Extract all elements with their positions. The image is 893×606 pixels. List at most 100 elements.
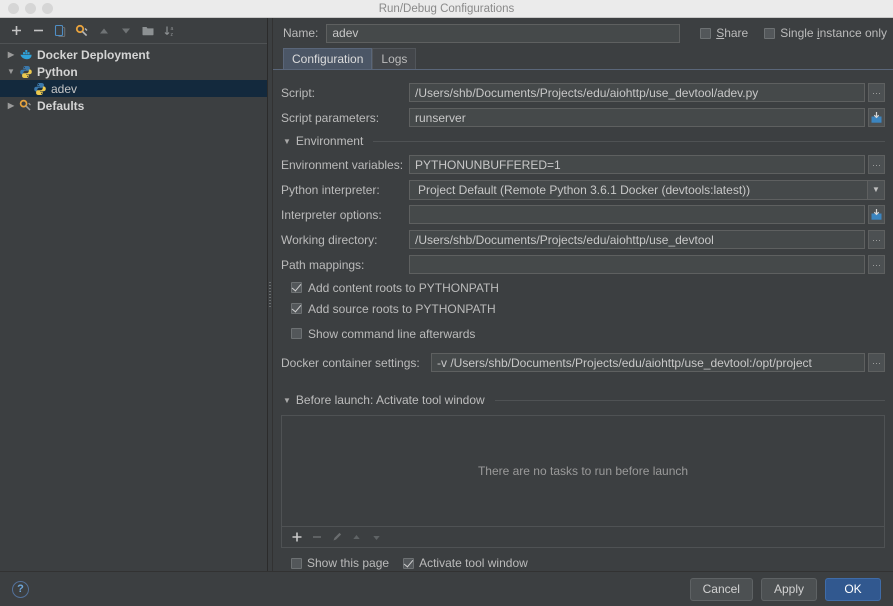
single-instance-checkbox-label: Single instance only <box>780 26 887 40</box>
tree-item-label: Defaults <box>37 98 85 113</box>
folder-icon[interactable] <box>138 21 158 41</box>
sort-az-icon[interactable]: a z <box>160 21 180 41</box>
activate-tool-window-label: Activate tool window <box>419 556 528 570</box>
environment-variables-input[interactable]: PYTHONUNBUFFERED=1 <box>409 155 865 174</box>
share-checkbox[interactable]: Share <box>700 26 748 40</box>
show-this-page-checkbox[interactable]: Show this page <box>291 556 389 570</box>
chevron-right-icon[interactable]: ▶ <box>4 101 18 110</box>
share-checkbox-box[interactable] <box>700 27 712 39</box>
interpreter-options-label: Interpreter options: <box>281 207 382 222</box>
before-launch-options: Show this page Activate tool window <box>281 548 885 570</box>
chevron-down-icon[interactable]: ▼ <box>283 137 291 146</box>
environment-section-header[interactable]: ▼ Environment <box>281 130 885 152</box>
chevron-down-icon[interactable]: ▼ <box>283 396 291 405</box>
show-command-line-label: Show command line afterwards <box>308 326 476 341</box>
wrench-icon <box>18 99 34 113</box>
python-interpreter-select[interactable]: Project Default (Remote Python 3.6.1 Doc… <box>409 179 885 200</box>
path-mappings-label: Path mappings: <box>281 257 365 272</box>
script-parameters-row: Script parameters: runserver <box>281 105 885 130</box>
docker-whale-icon <box>18 48 34 61</box>
remove-button[interactable] <box>28 21 48 41</box>
working-directory-browse-button[interactable]: ··· <box>868 230 885 249</box>
move-task-up-button <box>350 531 363 544</box>
docker-container-settings-browse-button[interactable]: ··· <box>868 353 885 372</box>
svg-text:z: z <box>171 32 174 38</box>
script-row: Script: /Users/shb/Documents/Projects/ed… <box>281 80 885 105</box>
name-input[interactable]: adev <box>326 23 681 43</box>
window-titlebar: Run/Debug Configurations <box>0 0 893 18</box>
ok-button[interactable]: OK <box>825 577 881 601</box>
name-row: Name: adev Share Single instance only <box>273 18 893 48</box>
show-this-page-checkbox-box[interactable] <box>291 557 302 569</box>
path-mappings-row: Path mappings: ··· <box>281 252 885 277</box>
python-interpreter-label: Python interpreter: <box>281 182 380 197</box>
tree-item-defaults[interactable]: ▶ Defaults <box>0 97 267 114</box>
add-task-button[interactable] <box>290 531 303 544</box>
before-launch-toolbar <box>281 527 885 548</box>
add-source-roots-checkbox-box[interactable] <box>291 303 302 314</box>
copy-configuration-button[interactable] <box>50 21 70 41</box>
working-directory-input[interactable]: /Users/shb/Documents/Projects/edu/aiohtt… <box>409 230 865 249</box>
before-launch-empty-text: There are no tasks to run before launch <box>477 464 689 478</box>
working-directory-row: Working directory: /Users/shb/Documents/… <box>281 227 885 252</box>
configuration-tab-panel: Script: /Users/shb/Documents/Projects/ed… <box>273 69 893 571</box>
chevron-down-icon[interactable]: ▼ <box>4 67 18 76</box>
configuration-editor: Name: adev Share Single instance only Co… <box>273 18 893 571</box>
python-interpreter-row: Python interpreter: Project Default (Rem… <box>281 177 885 202</box>
tree-item-label: adev <box>51 81 78 96</box>
interpreter-options-input[interactable] <box>409 205 865 224</box>
tree-item-docker-deployment[interactable]: ▶ Docker Deployment <box>0 46 267 63</box>
docker-container-settings-label: Docker container settings: <box>281 355 420 370</box>
path-mappings-browse-button[interactable]: ··· <box>868 255 885 274</box>
activate-tool-window-checkbox[interactable]: Activate tool window <box>403 556 528 570</box>
activate-tool-window-checkbox-box[interactable] <box>403 557 415 569</box>
section-divider <box>494 399 885 401</box>
show-command-line-checkbox[interactable]: Show command line afterwards <box>281 323 885 344</box>
show-command-line-checkbox-box[interactable] <box>291 328 302 339</box>
add-button[interactable] <box>6 21 26 41</box>
before-launch-section-label: Before launch: Activate tool window <box>295 393 485 407</box>
chevron-down-icon[interactable]: ▼ <box>867 180 884 199</box>
dialog-body: a z ▶ Docker Deployment ▼ Python adev ▶ … <box>0 18 893 571</box>
share-checkbox-label: Share <box>716 26 749 40</box>
docker-container-settings-input[interactable]: -v /Users/shb/Documents/Projects/edu/aio… <box>431 353 865 372</box>
add-content-roots-checkbox-box[interactable] <box>291 282 302 293</box>
add-content-roots-checkbox[interactable]: Add content roots to PYTHONPATH <box>281 277 885 298</box>
apply-button[interactable]: Apply <box>760 577 817 601</box>
show-this-page-label: Show this page <box>307 556 390 570</box>
cancel-button[interactable]: Cancel <box>689 577 753 601</box>
script-parameters-label: Script parameters: <box>281 110 380 125</box>
configurations-sidebar: a z ▶ Docker Deployment ▼ Python adev ▶ … <box>0 18 268 571</box>
script-parameters-input[interactable]: runserver <box>409 108 865 127</box>
help-icon[interactable]: ? <box>12 580 29 598</box>
before-launch-section-header[interactable]: ▼ Before launch: Activate tool window <box>281 389 885 411</box>
before-launch-tasks-list[interactable]: There are no tasks to run before launch <box>281 415 885 527</box>
path-mappings-input[interactable] <box>409 255 865 274</box>
wrench-icon[interactable] <box>72 21 92 41</box>
environment-section-label: Environment <box>295 134 364 148</box>
configurations-tree[interactable]: ▶ Docker Deployment ▼ Python adev ▶ Defa… <box>0 44 267 571</box>
tab-configuration[interactable]: Configuration <box>283 48 373 69</box>
add-source-roots-checkbox[interactable]: Add source roots to PYTHONPATH <box>281 298 885 319</box>
tree-item-adev[interactable]: adev <box>0 80 267 97</box>
move-down-button[interactable] <box>116 21 136 41</box>
splitter-grip <box>269 281 271 308</box>
python-icon <box>18 65 34 79</box>
tree-item-label: Python <box>37 64 78 79</box>
script-browse-button[interactable]: ··· <box>868 83 885 102</box>
script-parameters-expand-button[interactable] <box>868 108 885 127</box>
add-source-roots-label: Add source roots to PYTHONPATH <box>308 301 496 316</box>
chevron-right-icon[interactable]: ▶ <box>4 50 18 59</box>
interpreter-options-expand-button[interactable] <box>868 205 885 224</box>
environment-variables-label: Environment variables: <box>281 157 404 172</box>
add-content-roots-label: Add content roots to PYTHONPATH <box>308 280 499 295</box>
tree-item-python[interactable]: ▼ Python <box>0 63 267 80</box>
window-title: Run/Debug Configurations <box>378 2 515 15</box>
footer-buttons: Cancel Apply OK <box>689 577 881 601</box>
tab-logs[interactable]: Logs <box>372 48 417 69</box>
single-instance-checkbox[interactable]: Single instance only <box>764 26 887 40</box>
environment-variables-browse-button[interactable]: ··· <box>868 155 885 174</box>
single-instance-checkbox-box[interactable] <box>764 27 776 39</box>
script-input[interactable]: /Users/shb/Documents/Projects/edu/aiohtt… <box>409 83 865 102</box>
move-up-button[interactable] <box>94 21 114 41</box>
